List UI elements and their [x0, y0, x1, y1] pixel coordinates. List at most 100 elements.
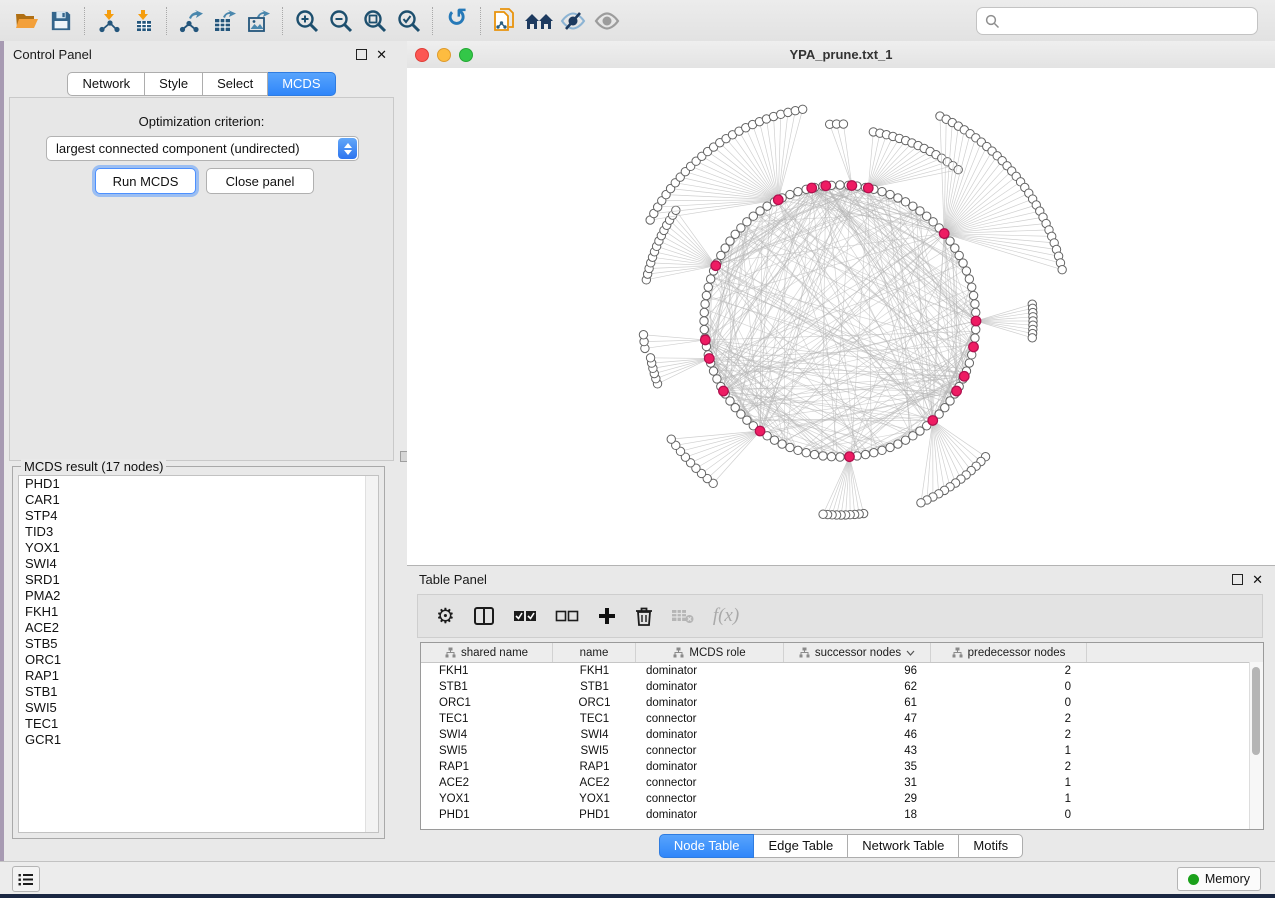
- mcds-node[interactable]: [755, 426, 765, 436]
- graph-node[interactable]: [955, 251, 963, 259]
- close-panel-button[interactable]: Close panel: [206, 168, 314, 194]
- select-all-button[interactable]: [513, 602, 537, 630]
- graph-node[interactable]: [709, 367, 717, 375]
- column-header-shared-name[interactable]: shared name: [421, 643, 553, 662]
- task-history-button[interactable]: [12, 866, 40, 892]
- mcds-node[interactable]: [969, 342, 979, 352]
- mcds-node[interactable]: [704, 354, 714, 364]
- save-session-button[interactable]: [44, 6, 78, 36]
- mcds-node[interactable]: [952, 386, 962, 396]
- graph-node[interactable]: [704, 283, 712, 291]
- mcds-result-item[interactable]: TID3: [19, 524, 378, 540]
- graph-node[interactable]: [971, 300, 979, 308]
- mcds-result-item[interactable]: STP4: [19, 508, 378, 524]
- refresh-button[interactable]: ↺: [440, 6, 474, 36]
- graph-node[interactable]: [878, 187, 886, 195]
- mcds-result-item[interactable]: ORC1: [19, 652, 378, 668]
- graph-node[interactable]: [969, 291, 977, 299]
- export-table-button[interactable]: [208, 6, 242, 36]
- graph-node[interactable]: [901, 436, 909, 444]
- column-header-predecessor-nodes[interactable]: predecessor nodes: [931, 643, 1087, 662]
- tab-network-table[interactable]: Network Table: [848, 834, 959, 858]
- mcds-result-item[interactable]: SWI4: [19, 556, 378, 572]
- mcds-result-item[interactable]: PHD1: [19, 476, 378, 492]
- mcds-node[interactable]: [928, 416, 938, 426]
- graph-node[interactable]: [861, 450, 869, 458]
- graph-node[interactable]: [701, 300, 709, 308]
- graph-node[interactable]: [886, 190, 894, 198]
- table-row[interactable]: TEC1TEC1connector472: [421, 711, 1263, 727]
- graph-node[interactable]: [794, 446, 802, 454]
- add-row-button[interactable]: [597, 602, 617, 630]
- float-table-panel-icon[interactable]: [1232, 574, 1243, 585]
- mcds-node[interactable]: [971, 316, 981, 326]
- graph-node[interactable]: [917, 499, 925, 507]
- mcds-result-item[interactable]: SRD1: [19, 572, 378, 588]
- graph-node[interactable]: [639, 331, 647, 339]
- tab-network[interactable]: Network: [67, 72, 145, 96]
- mcds-result-item[interactable]: GCR1: [19, 732, 378, 748]
- graph-node[interactable]: [894, 440, 902, 448]
- search-input[interactable]: [1005, 10, 1257, 32]
- settings-gear-button[interactable]: ⚙: [436, 602, 455, 630]
- hide-selected-button[interactable]: [556, 6, 590, 36]
- tab-motifs[interactable]: Motifs: [959, 834, 1023, 858]
- graph-node[interactable]: [713, 375, 721, 383]
- graph-node[interactable]: [836, 181, 844, 189]
- network-canvas[interactable]: [407, 68, 1275, 565]
- mcds-result-item[interactable]: ACE2: [19, 620, 378, 636]
- import-table-button[interactable]: [126, 6, 160, 36]
- mcds-result-list[interactable]: PHD1CAR1STP4TID3YOX1SWI4SRD1PMA2FKH1ACE2…: [18, 475, 379, 833]
- zoom-out-button[interactable]: [324, 6, 358, 36]
- graph-node[interactable]: [836, 453, 844, 461]
- show-columns-button[interactable]: [473, 602, 495, 630]
- table-row[interactable]: PHD1PHD1dominator180: [421, 807, 1263, 823]
- graph-node[interactable]: [702, 291, 710, 299]
- mcds-node[interactable]: [773, 195, 783, 205]
- mcds-node[interactable]: [701, 335, 711, 345]
- graph-node[interactable]: [667, 435, 675, 443]
- open-file-button[interactable]: [10, 6, 44, 36]
- graph-node[interactable]: [972, 308, 980, 316]
- graph-node[interactable]: [819, 510, 827, 518]
- table-row[interactable]: ACE2ACE2connector311: [421, 775, 1263, 791]
- graph-node[interactable]: [810, 450, 818, 458]
- graph-node[interactable]: [870, 449, 878, 457]
- graph-node[interactable]: [972, 325, 980, 333]
- tab-mcds[interactable]: MCDS: [268, 72, 335, 96]
- graph-node[interactable]: [1028, 334, 1036, 342]
- zoom-fit-button[interactable]: [358, 6, 392, 36]
- graph-node[interactable]: [971, 334, 979, 342]
- mcds-result-item[interactable]: SWI5: [19, 700, 378, 716]
- close-panel-icon[interactable]: ✕: [376, 50, 387, 59]
- mcds-result-item[interactable]: STB1: [19, 684, 378, 700]
- search-field[interactable]: [976, 7, 1258, 35]
- graph-node[interactable]: [786, 190, 794, 198]
- table-row[interactable]: ORC1ORC1dominator610: [421, 695, 1263, 711]
- run-mcds-button[interactable]: Run MCDS: [95, 168, 196, 194]
- show-all-button[interactable]: [590, 6, 624, 36]
- table-row[interactable]: STB1STB1dominator620: [421, 679, 1263, 695]
- mcds-node[interactable]: [863, 183, 873, 193]
- optimization-criterion-select[interactable]: largest connected component (undirected): [46, 136, 359, 161]
- graph-node[interactable]: [1058, 266, 1066, 274]
- zoom-selected-button[interactable]: [392, 6, 426, 36]
- mcds-node[interactable]: [845, 452, 855, 462]
- network-graph[interactable]: [407, 68, 1275, 565]
- graph-node[interactable]: [878, 446, 886, 454]
- graph-node[interactable]: [672, 206, 680, 214]
- graph-node[interactable]: [700, 325, 708, 333]
- mcds-node[interactable]: [939, 229, 949, 239]
- zoom-in-button[interactable]: [290, 6, 324, 36]
- graph-node[interactable]: [794, 187, 802, 195]
- mcds-result-item[interactable]: RAP1: [19, 668, 378, 684]
- column-header-name[interactable]: name: [553, 643, 636, 662]
- graph-node[interactable]: [962, 267, 970, 275]
- import-network-button[interactable]: [92, 6, 126, 36]
- node-table-scrollbar[interactable]: [1249, 662, 1263, 829]
- graph-node[interactable]: [819, 452, 827, 460]
- tab-edge-table[interactable]: Edge Table: [754, 834, 848, 858]
- mcds-node[interactable]: [711, 261, 721, 271]
- graph-node[interactable]: [786, 443, 794, 451]
- graph-node[interactable]: [894, 194, 902, 202]
